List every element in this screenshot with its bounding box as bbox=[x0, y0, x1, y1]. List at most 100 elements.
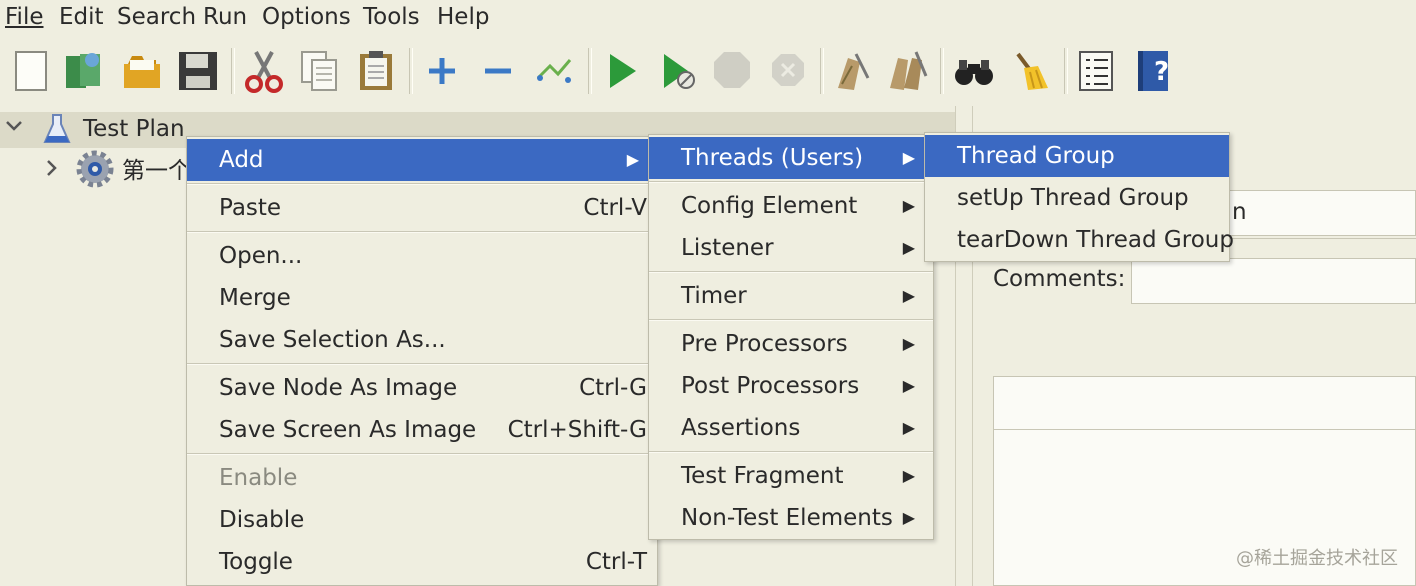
menu-item-open[interactable]: Open... bbox=[187, 235, 657, 277]
menu-item-config-element[interactable]: Config Element ▶ bbox=[649, 185, 933, 227]
menu-item-label: Merge bbox=[219, 285, 291, 311]
menu-item-accelerator: Ctrl-V bbox=[583, 195, 647, 221]
menu-item-accelerator: Ctrl-T bbox=[585, 549, 647, 575]
menu-options[interactable]: Options bbox=[262, 2, 351, 32]
svg-text:?: ? bbox=[1154, 57, 1169, 87]
menu-separator bbox=[649, 451, 933, 453]
toolbar-separator bbox=[409, 48, 413, 94]
copy-icon[interactable] bbox=[298, 48, 342, 94]
function-helper-icon[interactable] bbox=[1074, 48, 1118, 94]
menu-item-paste[interactable]: Paste Ctrl-V bbox=[187, 187, 657, 229]
menu-item-label: Pre Processors bbox=[681, 331, 848, 357]
menu-separator bbox=[649, 271, 933, 273]
menu-item-label: Save Selection As... bbox=[219, 327, 446, 353]
menu-separator bbox=[187, 231, 657, 233]
menu-item-label: Listener bbox=[681, 235, 774, 261]
submenu-arrow-icon: ▶ bbox=[902, 508, 915, 527]
submenu-arrow-icon: ▶ bbox=[626, 150, 639, 169]
watermark: @稀土掘金技术社区 bbox=[1236, 548, 1398, 569]
threads-submenu: Thread Group setUp Thread Group tearDown T… bbox=[924, 132, 1234, 262]
cut-icon[interactable] bbox=[242, 48, 286, 94]
menu-item-test-fragment[interactable]: Test Fragment ▶ bbox=[649, 455, 933, 497]
flask-icon bbox=[42, 112, 72, 150]
stop-icon[interactable] bbox=[710, 48, 754, 94]
menu-item-label: setUp Thread Group bbox=[957, 185, 1189, 211]
tree-label-test-plan[interactable]: Test Plan bbox=[83, 114, 185, 144]
menu-separator bbox=[187, 183, 657, 185]
menu-search[interactable]: Search bbox=[117, 2, 196, 32]
menu-item-label: Post Processors bbox=[681, 373, 860, 399]
menu-item-setup-thread-group[interactable]: setUp Thread Group bbox=[925, 177, 1229, 219]
menu-item-label: Thread Group bbox=[957, 143, 1115, 169]
menu-item-threads-users[interactable]: Threads (Users) ▶ bbox=[649, 137, 933, 179]
menu-item-merge[interactable]: Merge bbox=[187, 277, 657, 319]
table-header-divider bbox=[994, 429, 1415, 430]
shutdown-icon[interactable] bbox=[766, 48, 810, 94]
tree-label-child[interactable]: 第一个 bbox=[122, 156, 191, 186]
submenu-arrow-icon: ▶ bbox=[902, 238, 915, 257]
menu-item-save-selection-as[interactable]: Save Selection As... bbox=[187, 319, 657, 361]
menu-item-label: tearDown Thread Group bbox=[957, 227, 1234, 253]
comments-field[interactable] bbox=[1131, 258, 1416, 304]
paste-icon[interactable] bbox=[354, 48, 398, 94]
menu-edit[interactable]: Edit bbox=[59, 2, 104, 32]
clear-icon[interactable] bbox=[830, 48, 874, 94]
save-icon[interactable] bbox=[176, 48, 220, 94]
menu-item-label: Add bbox=[219, 147, 264, 173]
toolbar-separator bbox=[940, 48, 944, 94]
help-icon[interactable]: ? bbox=[1130, 48, 1174, 94]
menu-file[interactable]: File bbox=[5, 2, 44, 32]
menu-tools[interactable]: Tools bbox=[363, 2, 420, 32]
menu-item-label: Save Node As Image bbox=[219, 375, 458, 401]
menu-item-label: Open... bbox=[219, 243, 303, 269]
submenu-arrow-icon: ▶ bbox=[902, 418, 915, 437]
menu-item-label: Toggle bbox=[219, 549, 293, 575]
toolbar-separator bbox=[1064, 48, 1068, 94]
start-icon[interactable] bbox=[600, 48, 644, 94]
menu-item-accelerator: Ctrl-G bbox=[579, 375, 647, 401]
menu-item-thread-group[interactable]: Thread Group bbox=[925, 135, 1229, 177]
menu-item-enable: Enable bbox=[187, 457, 657, 499]
menu-item-label: Test Fragment bbox=[681, 463, 844, 489]
toolbar-separator bbox=[588, 48, 592, 94]
menu-item-label: Non-Test Elements bbox=[681, 505, 893, 531]
menu-item-listener[interactable]: Listener ▶ bbox=[649, 227, 933, 269]
menu-item-label: Save Screen As Image bbox=[219, 417, 477, 443]
menu-item-timer[interactable]: Timer ▶ bbox=[649, 275, 933, 317]
menu-help[interactable]: Help bbox=[437, 2, 489, 32]
menu-run[interactable]: Run bbox=[203, 2, 247, 32]
menu-item-assertions[interactable]: Assertions ▶ bbox=[649, 407, 933, 449]
submenu-arrow-icon: ▶ bbox=[902, 376, 915, 395]
menu-item-post-processors[interactable]: Post Processors ▶ bbox=[649, 365, 933, 407]
submenu-arrow-icon: ▶ bbox=[902, 334, 915, 353]
menu-item-add[interactable]: Add ▶ bbox=[187, 139, 657, 181]
collapse-arrow-icon[interactable] bbox=[4, 116, 24, 140]
submenu-arrow-icon: ▶ bbox=[902, 466, 915, 485]
expand-icon[interactable] bbox=[420, 48, 464, 94]
menu-item-non-test-elements[interactable]: Non-Test Elements ▶ bbox=[649, 497, 933, 539]
open-icon[interactable] bbox=[120, 48, 164, 94]
start-no-pauses-icon[interactable] bbox=[656, 48, 700, 94]
menu-item-toggle[interactable]: Toggle Ctrl-T bbox=[187, 541, 657, 583]
toggle-icon[interactable] bbox=[532, 48, 576, 94]
toolbar: ? bbox=[0, 36, 1416, 107]
menu-separator bbox=[649, 319, 933, 321]
templates-icon[interactable] bbox=[62, 48, 106, 94]
clear-all-icon[interactable] bbox=[886, 48, 930, 94]
menu-item-save-node-as-image[interactable]: Save Node As Image Ctrl-G bbox=[187, 367, 657, 409]
menu-separator bbox=[187, 453, 657, 455]
menu-item-teardown-thread-group[interactable]: tearDown Thread Group bbox=[925, 219, 1234, 261]
new-icon[interactable] bbox=[10, 48, 54, 94]
menu-item-disable[interactable]: Disable bbox=[187, 499, 657, 541]
submenu-arrow-icon: ▶ bbox=[902, 196, 915, 215]
menu-item-accelerator: Ctrl+Shift-G bbox=[507, 417, 647, 443]
search-icon[interactable] bbox=[952, 48, 996, 94]
collapse-icon[interactable] bbox=[476, 48, 520, 94]
menu-item-label: Config Element bbox=[681, 193, 858, 219]
expand-arrow-icon[interactable] bbox=[42, 158, 62, 182]
reset-search-icon[interactable] bbox=[1008, 48, 1052, 94]
submenu-arrow-icon: ▶ bbox=[902, 148, 915, 167]
menu-item-label: Assertions bbox=[681, 415, 801, 441]
menu-item-save-screen-as-image[interactable]: Save Screen As Image Ctrl+Shift-G bbox=[187, 409, 657, 451]
menu-item-pre-processors[interactable]: Pre Processors ▶ bbox=[649, 323, 933, 365]
